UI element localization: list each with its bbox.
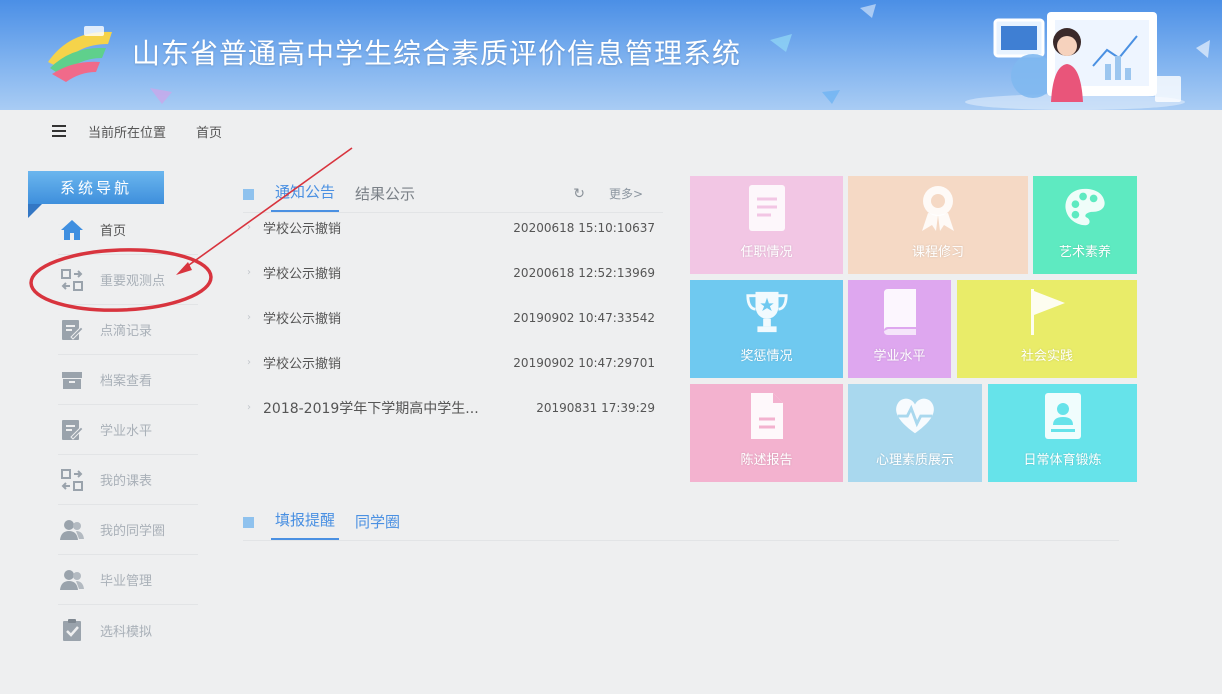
tab-results[interactable]: 结果公示 — [351, 183, 419, 212]
users-icon — [58, 566, 86, 594]
notice-tabs: 通知公告 结果公示 ↻ 更多> — [243, 180, 663, 212]
tab-classmate-circle[interactable]: 同学圈 — [351, 511, 404, 540]
sidebar-title: 系统导航 — [28, 171, 164, 204]
tab-notices[interactable]: 通知公告 — [271, 181, 340, 212]
tile-positions[interactable]: 任职情况 — [690, 176, 843, 274]
bullet-icon: › — [247, 267, 251, 278]
tile-label: 日常体育锻炼 — [1023, 453, 1102, 468]
tile-course-study[interactable]: 课程修习 — [848, 176, 1028, 274]
section-marker — [243, 189, 254, 200]
swap-icon — [58, 466, 86, 494]
tile-label: 陈述报告 — [740, 453, 793, 468]
tile-label: 任职情况 — [740, 245, 793, 260]
tile-label: 课程修习 — [911, 245, 964, 260]
flag-icon — [1024, 287, 1070, 337]
tile-statement-report[interactable]: 陈述报告 — [690, 384, 843, 482]
sidebar-item-academic-level[interactable]: 学业水平 — [58, 405, 198, 455]
system-title: 山东省普通高中学生综合素质评价信息管理系统 — [132, 37, 742, 70]
notice-date: 20190902 10:47:29701 — [513, 355, 655, 370]
tab-reminders[interactable]: 填报提醒 — [271, 509, 340, 540]
notice-date: 20200618 15:10:10637 — [513, 220, 655, 235]
notice-panel: 通知公告 结果公示 ↻ 更多> › 学校公示撤销 20200618 15:10:1… — [243, 180, 663, 430]
users-icon — [58, 516, 86, 544]
document-icon — [744, 183, 790, 233]
app-header: 山东省普通高中学生综合素质评价信息管理系统 — [0, 0, 1222, 110]
tile-academic-level[interactable]: 学业水平 — [848, 280, 951, 378]
sidebar-title-fold — [28, 204, 42, 218]
tile-awards[interactable]: 奖惩情况 — [690, 280, 843, 378]
sidebar-item-subject-simulation[interactable]: 选科模拟 — [58, 605, 198, 655]
sidebar-item-schedule[interactable]: 我的课表 — [58, 455, 198, 505]
sidebar-item-key-observations[interactable]: 重要观测点 — [58, 255, 198, 305]
tile-art[interactable]: 艺术素养 — [1033, 176, 1137, 274]
clipboard-check-icon — [58, 616, 86, 644]
notice-row[interactable]: › 学校公示撤销 20190902 10:47:33542 — [243, 295, 663, 340]
sidebar-item-label: 点滴记录 — [100, 324, 153, 339]
sidebar-item-home[interactable]: 首页 — [58, 205, 198, 255]
sidebar-item-label: 我的课表 — [100, 474, 153, 489]
notice-row[interactable]: › 2018-2019学年下学期高中学生... 20190831 17:39:29 — [243, 385, 663, 430]
notice-title: 学校公示撤销 — [263, 357, 342, 372]
more-link[interactable]: 更多> — [609, 185, 643, 202]
refresh-icon[interactable]: ↻ — [573, 186, 585, 202]
tile-social-practice[interactable]: 社会实践 — [957, 280, 1137, 378]
system-logo-icon — [48, 26, 112, 82]
bullet-icon: › — [247, 312, 251, 323]
sidebar-item-label: 我的同学圈 — [100, 524, 166, 539]
breadcrumb-label: 当前所在位置 — [88, 125, 167, 141]
bullet-icon: › — [247, 402, 251, 413]
tile-label: 社会实践 — [1020, 349, 1073, 364]
notice-date: 20190831 17:39:29 — [536, 400, 655, 415]
sidebar-item-label: 档案查看 — [100, 374, 153, 389]
home-icon — [58, 216, 86, 244]
tile-daily-exercise[interactable]: 日常体育锻炼 — [988, 384, 1137, 482]
trophy-icon — [744, 287, 790, 337]
book-icon — [877, 287, 923, 337]
notice-date: 20200618 12:52:13969 — [513, 265, 655, 280]
notice-title: 2018-2019学年下学期高中学生... — [263, 400, 479, 417]
tile-label: 心理素质展示 — [875, 453, 954, 468]
notice-date: 20190902 10:47:33542 — [513, 310, 655, 325]
sidebar-item-graduation[interactable]: 毕业管理 — [58, 555, 198, 605]
menu-toggle-icon[interactable] — [52, 125, 66, 137]
reminder-tabs: 填报提醒 同学圈 — [243, 508, 1119, 540]
sidebar-item-classmates[interactable]: 我的同学圈 — [58, 505, 198, 555]
divider — [243, 540, 1119, 541]
swap-icon — [58, 266, 86, 294]
tile-label: 学业水平 — [873, 349, 926, 364]
notice-title: 学校公示撤销 — [263, 267, 342, 282]
ribbon-icon — [915, 183, 961, 233]
tile-label: 艺术素养 — [1058, 245, 1111, 260]
reminder-panel: 填报提醒 同学圈 — [243, 508, 1119, 541]
notice-title: 学校公示撤销 — [263, 312, 342, 327]
notice-title: 学校公示撤销 — [263, 222, 342, 237]
sidebar-item-label: 重要观测点 — [100, 274, 166, 289]
breadcrumb-current[interactable]: 首页 — [196, 122, 222, 141]
sidebar-item-label: 毕业管理 — [100, 574, 153, 589]
edit-icon — [58, 316, 86, 344]
sidebar-item-label: 选科模拟 — [100, 624, 153, 640]
archive-icon — [58, 366, 86, 394]
sidebar-item-archive[interactable]: 档案查看 — [58, 355, 198, 405]
sidebar-item-label: 首页 — [100, 224, 127, 239]
notice-row[interactable]: › 学校公示撤销 20200618 12:52:13969 — [243, 250, 663, 295]
bullet-icon: › — [247, 357, 251, 368]
id-card-icon — [1040, 391, 1086, 441]
sidebar-item-records[interactable]: 点滴记录 — [58, 305, 198, 355]
tile-label: 奖惩情况 — [740, 349, 793, 364]
sidebar-item-label: 学业水平 — [100, 424, 153, 439]
heart-icon — [892, 391, 938, 441]
header-illustration — [965, 12, 1185, 110]
section-marker — [243, 517, 254, 528]
breadcrumb: 当前所在位置 首页 — [0, 110, 1222, 152]
notice-row[interactable]: › 学校公示撤销 20190902 10:47:29701 — [243, 340, 663, 385]
tile-psychology[interactable]: 心理素质展示 — [848, 384, 982, 482]
edit-icon — [58, 416, 86, 444]
report-icon — [744, 391, 790, 441]
palette-icon — [1062, 183, 1108, 233]
bullet-icon: › — [247, 222, 251, 233]
sidebar-nav: 首页 重要观测点 点滴记录 档案查看 学业水平 我的课表 我的同学圈 毕业管理 … — [58, 205, 198, 655]
